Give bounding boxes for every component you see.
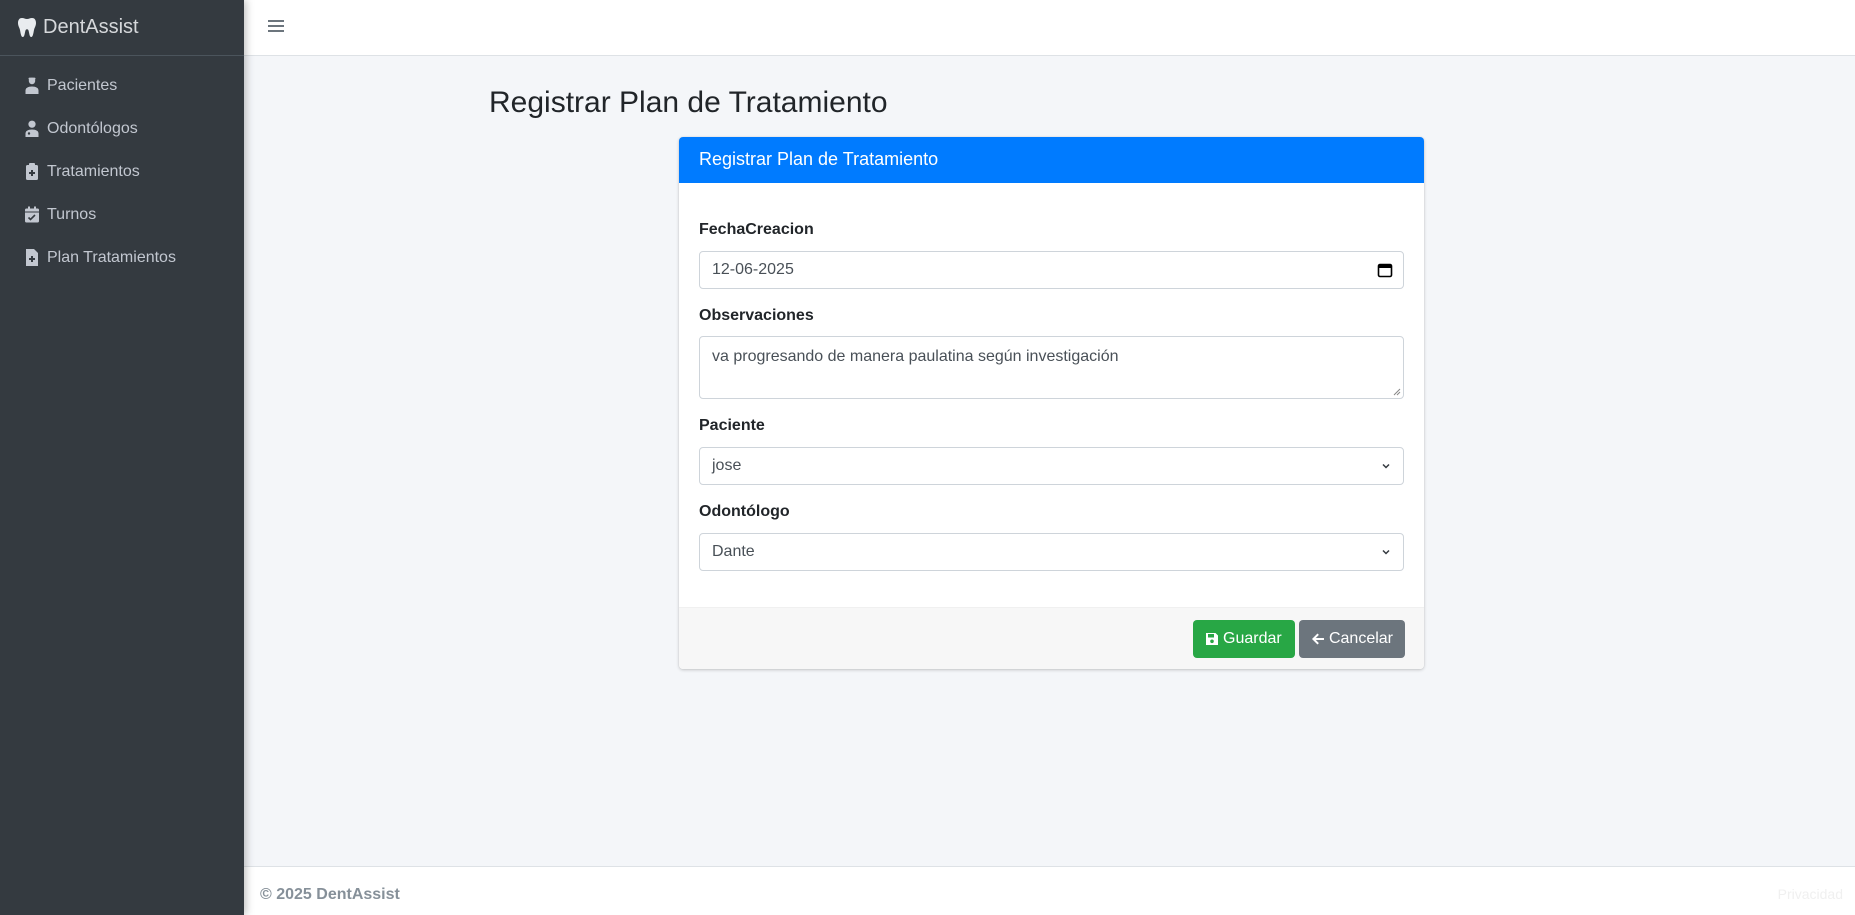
sidebar-item-pacientes[interactable]: Pacientes <box>0 64 244 107</box>
user-doctor-icon <box>23 120 41 138</box>
page-footer: © 2025 DentAssist Privacidad <box>244 866 1855 915</box>
brand-name: DentAssist <box>43 16 139 38</box>
sidebar: DentAssist Pacientes Odontólogos Tratami… <box>0 0 244 915</box>
sidebar-item-plan-tratamientos[interactable]: Plan Tratamientos <box>0 236 244 279</box>
fecha-label: FechaCreacion <box>699 221 814 238</box>
save-button-label: Guardar <box>1223 630 1282 647</box>
chevron-down-icon <box>1382 549 1390 555</box>
odontologo-label: Odontólogo <box>699 503 790 520</box>
sidebar-item-label: Plan Tratamientos <box>47 248 176 266</box>
clipboard-medical-icon <box>23 163 41 181</box>
copyright-text: © 2025 DentAssist <box>260 886 400 903</box>
cancel-button[interactable]: Cancelar <box>1299 620 1405 658</box>
tooth-icon <box>17 17 37 39</box>
sidebar-item-label: Tratamientos <box>47 162 140 180</box>
sidebar-item-turnos[interactable]: Turnos <box>0 193 244 236</box>
save-button[interactable]: Guardar <box>1193 620 1295 658</box>
sidebar-item-label: Pacientes <box>47 76 118 94</box>
calendar-icon[interactable] <box>1377 262 1393 278</box>
odontologo-select[interactable]: Dante <box>699 533 1404 571</box>
observaciones-value: va progresando de manera paulatina según… <box>712 348 1119 365</box>
paciente-label: Paciente <box>699 417 765 434</box>
sidebar-item-label: Odontólogos <box>47 119 138 137</box>
resize-handle-icon[interactable] <box>1393 388 1401 396</box>
cancel-button-label: Cancelar <box>1328 630 1393 647</box>
sidebar-item-label: Turnos <box>47 205 97 223</box>
card-header: Registrar Plan de Tratamiento <box>679 137 1424 183</box>
menu-toggle-icon[interactable] <box>268 17 284 37</box>
sidebar-item-tratamientos[interactable]: Tratamientos <box>0 150 244 193</box>
file-medical-icon <box>23 249 41 267</box>
user-injured-icon <box>23 77 41 95</box>
calendar-check-icon <box>23 206 41 224</box>
arrow-left-icon <box>1311 633 1324 645</box>
plan-form-card: Registrar Plan de Tratamiento FechaCreac… <box>679 137 1424 669</box>
top-navbar <box>244 0 1855 56</box>
sidebar-nav: Pacientes Odontólogos Tratamientos Turno… <box>0 56 244 279</box>
paciente-value: jose <box>712 457 742 474</box>
card-footer: Guardar Cancelar <box>679 607 1424 669</box>
observaciones-label: Observaciones <box>699 307 814 324</box>
observaciones-textarea[interactable]: va progresando de manera paulatina según… <box>699 336 1404 399</box>
odontologo-value: Dante <box>712 543 755 560</box>
fecha-input[interactable]: 12-06-2025 <box>699 251 1404 289</box>
chevron-down-icon <box>1382 463 1390 469</box>
save-icon <box>1206 633 1218 645</box>
sidebar-item-odontologos[interactable]: Odontólogos <box>0 107 244 150</box>
footer-right-text: Privacidad <box>1777 886 1843 902</box>
page-title: Registrar Plan de Tratamiento <box>489 86 888 119</box>
paciente-select[interactable]: jose <box>699 447 1404 485</box>
brand-link[interactable]: DentAssist <box>0 0 244 56</box>
fecha-value: 12-06-2025 <box>712 261 794 278</box>
